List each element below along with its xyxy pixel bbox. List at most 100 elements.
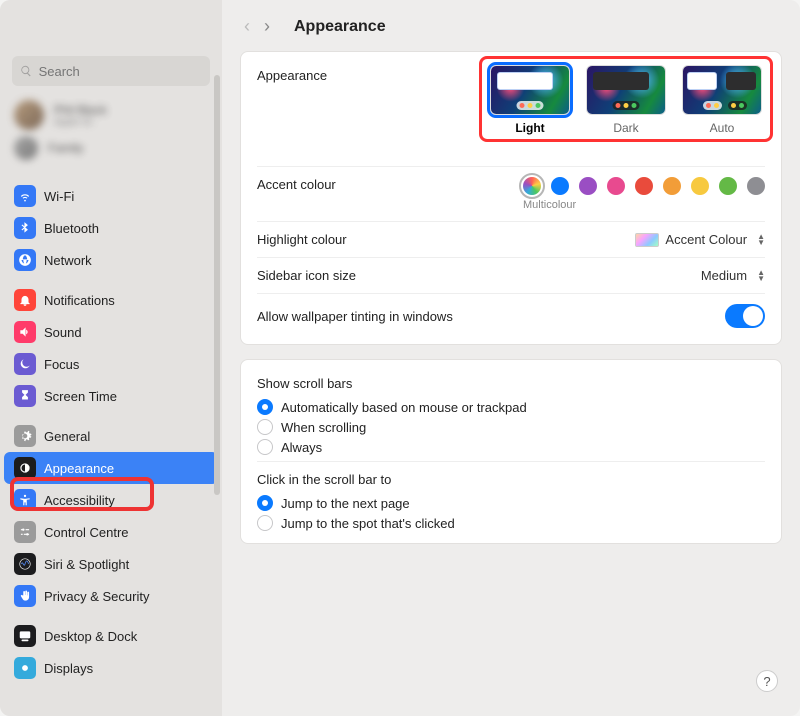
bluetooth-icon (14, 217, 36, 239)
sidebar-item-label: Displays (44, 661, 93, 676)
sidebar-item-label: Appearance (44, 461, 114, 476)
wallpaper-tinting-toggle[interactable] (725, 304, 765, 328)
family-icon (14, 136, 38, 160)
scroll-click-option[interactable]: Jump to the spot that's clicked (257, 513, 765, 533)
annotation-highlight-appearance: Light Dark Auto (479, 56, 773, 142)
search-input[interactable] (39, 64, 202, 79)
radio-label: Automatically based on mouse or trackpad (281, 400, 527, 415)
sidebar-item-notifications[interactable]: Notifications (4, 284, 218, 316)
gear-icon (14, 425, 36, 447)
sidebar-item-label: Wi-Fi (44, 189, 74, 204)
appearance-label: Appearance (257, 68, 327, 83)
radio-label: Always (281, 440, 322, 455)
main-content: ‹ › Appearance Appearance Light Dark Auto … (222, 0, 800, 716)
show-scroll-bars-option[interactable]: Automatically based on mouse or trackpad (257, 397, 765, 417)
search-field[interactable] (12, 56, 210, 86)
accent-colour-f29d38[interactable] (663, 177, 681, 195)
help-button[interactable]: ? (756, 670, 778, 692)
sidebar-item-siri-spotlight[interactable]: Siri & Spotlight (4, 548, 218, 580)
sidebar-item-label: Focus (44, 357, 79, 372)
sidebar: Phil Black Apple ID Family Wi-Fi Bluetoot… (0, 0, 222, 716)
sidebar-item-desktop-dock[interactable]: Desktop & Dock (4, 620, 218, 652)
panel-appearance: Appearance Light Dark Auto Accent colour M… (240, 51, 782, 345)
sidebar-item-label: Bluetooth (44, 221, 99, 236)
highlight-colour-swatch (635, 233, 659, 247)
show-scroll-bars-option[interactable]: Always (257, 437, 765, 457)
chevron-up-down-icon: ▲▼ (757, 234, 765, 246)
sidebar-item-displays[interactable]: Displays (4, 652, 218, 684)
display-icon (14, 657, 36, 679)
radio-label: Jump to the spot that's clicked (281, 516, 455, 531)
appearance-option-light[interactable]: Light (490, 65, 570, 135)
sidebar-item-label: Desktop & Dock (44, 629, 137, 644)
sidebar-item-general[interactable]: General (4, 420, 218, 452)
highlight-colour-select[interactable]: Accent Colour ▲▼ (635, 232, 765, 247)
sidebar-item-label: Siri & Spotlight (44, 557, 129, 572)
accent-colour-e94b3c[interactable] (635, 177, 653, 195)
accent-colour-0a7aff[interactable] (551, 177, 569, 195)
sidebar-item-label: Sound (44, 325, 82, 340)
highlight-colour-label: Highlight colour (257, 232, 347, 247)
desktop-icon (14, 625, 36, 647)
accent-colour-label: Accent colour (257, 177, 336, 192)
accent-colour-caption: Multicolour (523, 199, 765, 211)
sidebar-item-focus[interactable]: Focus (4, 348, 218, 380)
appearance-option-dark[interactable]: Dark (586, 65, 666, 135)
accent-colour-8e8e93[interactable] (747, 177, 765, 195)
scroll-click-group: Click in the scroll bar to Jump to the n… (257, 462, 765, 537)
sidebar-icon-size-label: Sidebar icon size (257, 268, 356, 283)
bell-icon (14, 289, 36, 311)
accent-colour-64b946[interactable] (719, 177, 737, 195)
sidebar-icon-size-select[interactable]: Medium ▲▼ (701, 268, 765, 283)
back-button[interactable]: ‹ (244, 16, 250, 37)
sidebar-item-privacy-security[interactable]: Privacy & Security (4, 580, 218, 612)
sidebar-item-label: Accessibility (44, 493, 115, 508)
show-scroll-bars-option[interactable]: When scrolling (257, 417, 765, 437)
radio-label: When scrolling (281, 420, 366, 435)
show-scroll-bars-title: Show scroll bars (257, 376, 765, 391)
scroll-click-title: Click in the scroll bar to (257, 472, 765, 487)
radio-icon (257, 419, 273, 435)
sidebar-item-apple-id[interactable]: Phil Black Apple ID (14, 100, 208, 130)
forward-button[interactable]: › (264, 16, 270, 37)
sidebar-item-label: Notifications (44, 293, 115, 308)
sidebar-item-label: General (44, 429, 90, 444)
sidebar-item-label: Screen Time (44, 389, 117, 404)
sidebar-item-appearance[interactable]: Appearance (4, 452, 218, 484)
appearance-option-label: Dark (586, 121, 666, 135)
radio-icon (257, 439, 273, 455)
sidebar-item-family[interactable]: Family (14, 136, 208, 160)
sidebar-item-sound[interactable]: Sound (4, 316, 218, 348)
accent-colour-e84a8f[interactable] (607, 177, 625, 195)
appearance-option-label: Light (490, 121, 570, 135)
radio-icon (257, 495, 273, 511)
accent-colour-options (523, 177, 765, 195)
sidebar-item-screen-time[interactable]: Screen Time (4, 380, 218, 412)
accessibility-icon (14, 489, 36, 511)
hand-icon (14, 585, 36, 607)
chevron-up-down-icon: ▲▼ (757, 270, 765, 282)
highlight-colour-value: Accent Colour (665, 232, 747, 247)
accent-colour-multicolour[interactable] (523, 177, 541, 195)
sidebar-scrollbar[interactable] (214, 75, 220, 495)
sidebar-icon-size-value: Medium (701, 268, 747, 283)
account-section: Phil Black Apple ID Family (0, 94, 222, 172)
sidebar-item-wi-fi[interactable]: Wi-Fi (4, 180, 218, 212)
panel-scroll: Show scroll bars Automatically based on … (240, 359, 782, 544)
scroll-click-option[interactable]: Jump to the next page (257, 493, 765, 513)
wallpaper-tinting-label: Allow wallpaper tinting in windows (257, 309, 453, 324)
sidebar-item-network[interactable]: Network (4, 244, 218, 276)
sidebar-item-label: Privacy & Security (44, 589, 149, 604)
sidebar-item-control-centre[interactable]: Control Centre (4, 516, 218, 548)
accent-colour-9a4ec3[interactable] (579, 177, 597, 195)
moon-icon (14, 353, 36, 375)
accent-colour-f7c93f[interactable] (691, 177, 709, 195)
appearance-icon (14, 457, 36, 479)
sidebar-item-label: Control Centre (44, 525, 129, 540)
sidebar-item-label: Network (44, 253, 92, 268)
sidebar-item-bluetooth[interactable]: Bluetooth (4, 212, 218, 244)
appearance-option-auto[interactable]: Auto (682, 65, 762, 135)
hourglass-icon (14, 385, 36, 407)
appearance-options: Light Dark Auto (490, 65, 762, 135)
sidebar-item-accessibility[interactable]: Accessibility (4, 484, 218, 516)
